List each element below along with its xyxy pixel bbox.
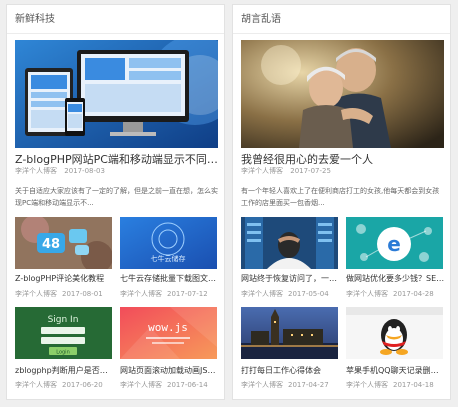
post-date: 2017-04-28 (393, 290, 434, 298)
featured-desc: 关于自适应大家应该有了一定的了解，但是之前一直在想，怎么实现PC端和移动端显示不… (15, 187, 218, 207)
post-thumb-qiniu[interactable]: 七牛云储存 (120, 217, 217, 269)
post-title[interactable]: 苹果手机QQ聊天记录删除... (346, 365, 446, 376)
post-meta: 李洋个人博客 2017-04-27 (241, 380, 341, 390)
post-meta: 李洋个人博客 2017-08-01 (15, 289, 115, 299)
panel-fresh-tech: 新鲜科技 Z-blogPHP网站PC端和移动端显示不同广 李洋个人博客 2017… (6, 4, 225, 400)
featured-desc: 有一个年轻人喜欢上了在便利商店打工的女孩,他每天都会到女孩工作的店里面买一包香烟… (241, 187, 440, 207)
post-meta: 李洋个人博客 2017-04-28 (346, 289, 446, 299)
post-meta: 李洋个人博客 2017-07-12 (120, 289, 220, 299)
post-meta: 李洋个人博客 2017-06-14 (120, 380, 220, 390)
post-title[interactable]: zblogphp判断用户是否登陆 (15, 365, 115, 376)
post-author[interactable]: 李洋个人博客 (346, 381, 388, 389)
featured-image[interactable] (15, 40, 218, 148)
panel-title: 新鲜科技 (7, 5, 224, 34)
post-meta: 李洋个人博客 2017-06-20 (15, 380, 115, 390)
featured-author[interactable]: 李洋个人博客 (15, 167, 57, 175)
sign-in-text: Sign In (48, 315, 79, 325)
post-author[interactable]: 李洋个人博客 (241, 290, 283, 298)
featured-date: 2017-07-25 (290, 167, 331, 175)
featured-date: 2017-08-03 (64, 167, 105, 175)
featured-image[interactable] (241, 40, 444, 148)
post-date: 2017-08-01 (62, 290, 103, 298)
post-date: 2017-07-12 (167, 290, 208, 298)
post-title[interactable]: Z-blogPHP评论美化教程 (15, 273, 115, 284)
post-title[interactable]: 网站页面滚动加载动画JS特... (120, 365, 220, 376)
post-date: 2017-04-18 (393, 381, 434, 389)
svg-text:e: e (387, 232, 401, 256)
panel-title: 胡言乱语 (233, 5, 450, 34)
post-title[interactable]: 七牛云存储批量下载图文教... (120, 273, 220, 284)
featured-title[interactable]: Z-blogPHP网站PC端和移动端显示不同广告的... (15, 151, 221, 167)
post-meta: 李洋个人博客 2017-05-04 (241, 289, 341, 299)
post-author[interactable]: 李洋个人博客 (120, 290, 162, 298)
post-author[interactable]: 李洋个人博客 (120, 381, 162, 389)
post-date: 2017-06-14 (167, 381, 208, 389)
post-author[interactable]: 李洋个人博客 (241, 381, 283, 389)
post-title[interactable]: 打打每日工作心得体会 (241, 365, 341, 376)
post-thumb-wowjs[interactable]: wow.js (120, 307, 217, 359)
post-author[interactable]: 李洋个人博客 (15, 290, 57, 298)
post-author[interactable]: 李洋个人博客 (15, 381, 57, 389)
featured-author[interactable]: 李洋个人博客 (241, 167, 283, 175)
post-thumb-signin[interactable]: Sign In Login (15, 307, 112, 359)
post-thumb-qq[interactable] (346, 307, 443, 359)
score-text: 48 (42, 237, 60, 252)
featured-meta: 李洋个人博客 2017-07-25 (241, 166, 331, 176)
post-date: 2017-05-04 (288, 290, 329, 298)
panel-random-talk: 胡言乱语 我曾经很用心的去爱一个人 李洋个人博客 2017-07-25 有一个年… (232, 4, 451, 400)
post-thumb-london[interactable] (241, 307, 338, 359)
login-text: Login (56, 350, 70, 356)
post-thumb-server[interactable] (241, 217, 338, 269)
qiniu-text: 七牛云储存 (151, 254, 186, 263)
wowjs-text: wow.js (148, 321, 188, 334)
post-date: 2017-04-27 (288, 381, 329, 389)
post-title[interactable]: 做网站优化要多少钱？SEO... (346, 273, 446, 284)
featured-title[interactable]: 我曾经很用心的去爱一个人 (241, 151, 447, 167)
featured-meta: 李洋个人博客 2017-08-03 (15, 166, 105, 176)
post-thumb-seo[interactable]: e (346, 217, 443, 269)
post-author[interactable]: 李洋个人博客 (346, 290, 388, 298)
post-meta: 李洋个人博客 2017-04-18 (346, 380, 446, 390)
post-date: 2017-06-20 (62, 381, 103, 389)
post-title[interactable]: 网站终于恢复访问了，一波... (241, 273, 341, 284)
post-thumb-comment[interactable]: 48 (15, 217, 112, 269)
